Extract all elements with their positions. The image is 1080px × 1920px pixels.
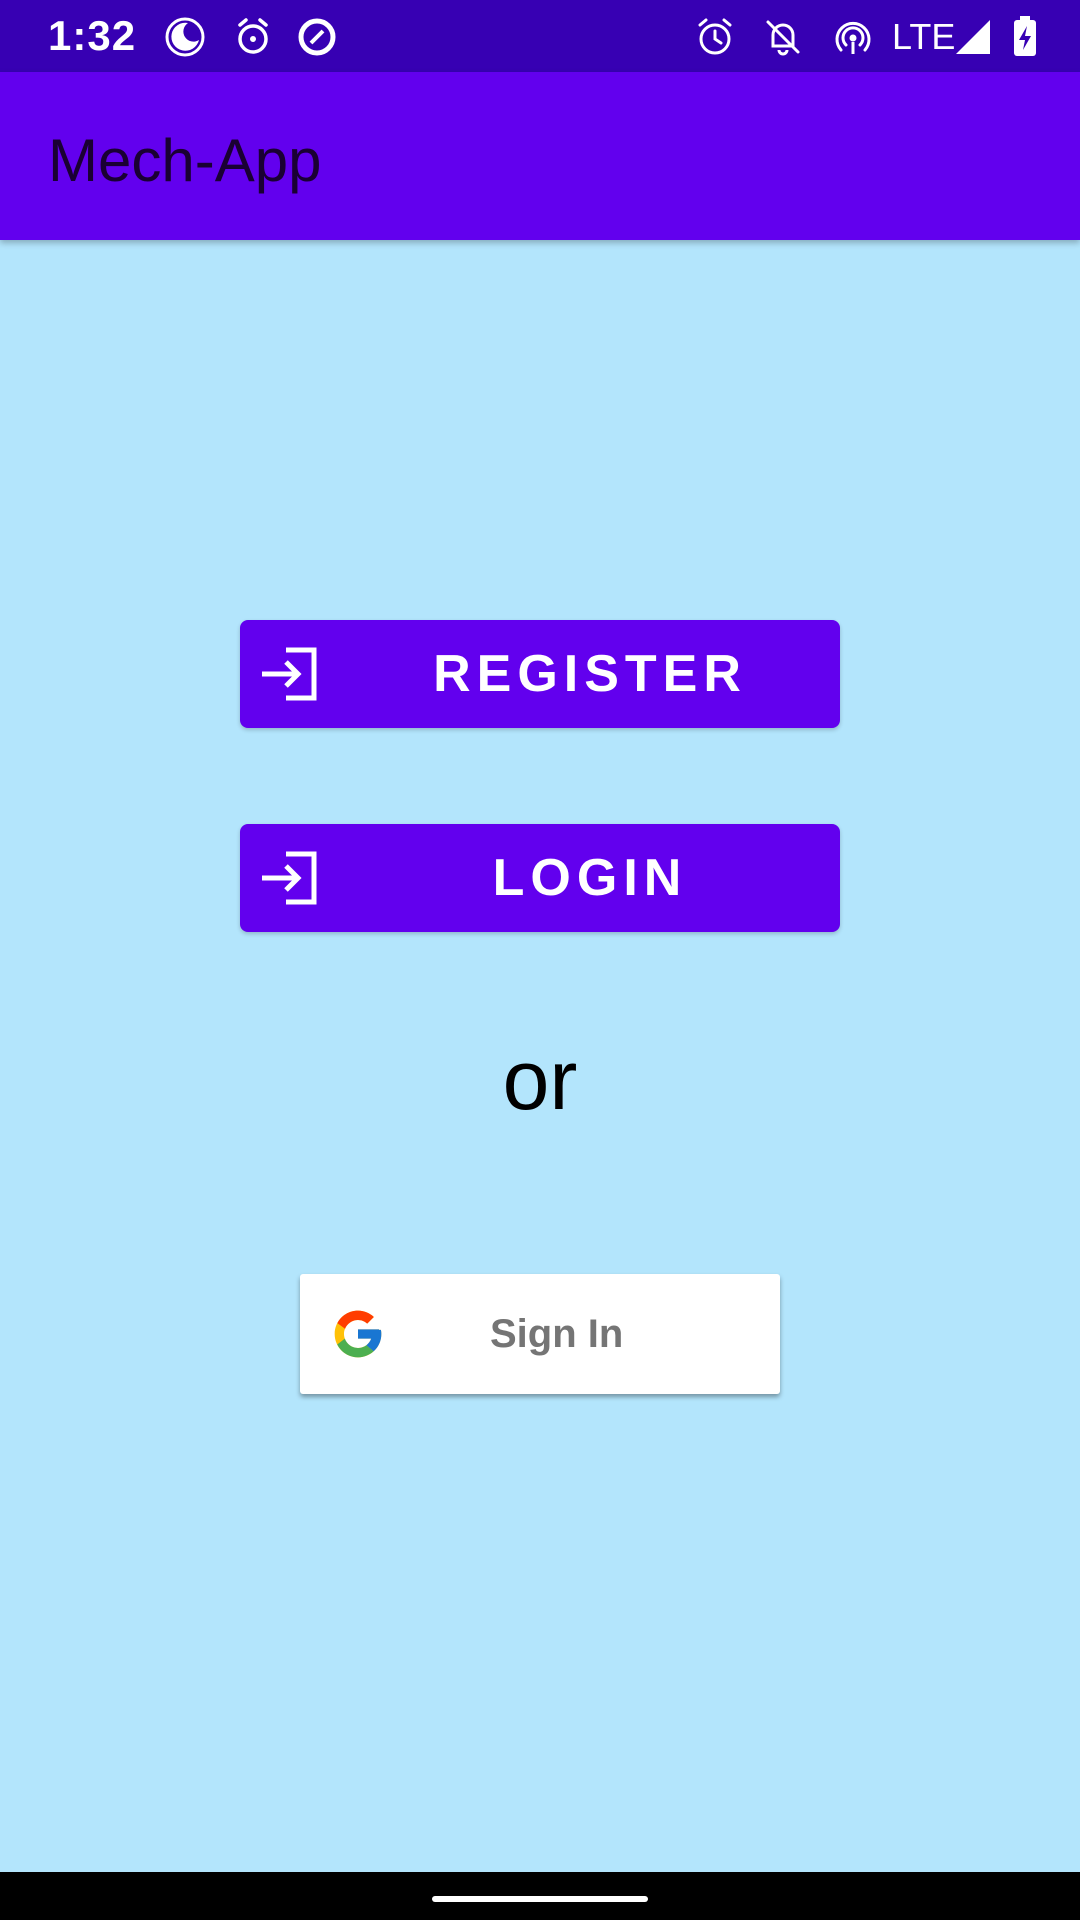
navigation-bar [0, 1872, 1080, 1920]
alarm-icon [698, 18, 732, 55]
alarm-clock-icon [238, 18, 268, 54]
app-screen: 1:32 LTE Mech-App REGISTER LOGIN or Sign… [0, 0, 1080, 1920]
google-sign-in-button[interactable]: Sign In [300, 1274, 780, 1394]
bell-off-icon [766, 20, 800, 56]
google-sign-in-label: Sign In [490, 1312, 624, 1356]
login-button-label: LOGIN [492, 849, 688, 907]
signal-icon [956, 20, 990, 54]
data-saver-icon [298, 18, 336, 56]
or-separator: or [502, 1033, 578, 1127]
moon-icon [165, 17, 205, 57]
network-type-label: LTE [892, 16, 956, 57]
app-title: Mech-App [48, 127, 322, 194]
battery-charging-icon [1014, 16, 1036, 56]
login-button[interactable]: LOGIN [240, 824, 840, 932]
app-bar: Mech-App [0, 72, 1080, 240]
status-time: 1:32 [48, 12, 137, 59]
hotspot-icon [835, 21, 871, 54]
google-logo-icon [334, 1310, 382, 1358]
home-gesture-handle[interactable] [432, 1896, 648, 1902]
register-button[interactable]: REGISTER [240, 620, 840, 728]
status-bar: 1:32 LTE [0, 0, 1080, 72]
register-button-label: REGISTER [433, 645, 747, 703]
